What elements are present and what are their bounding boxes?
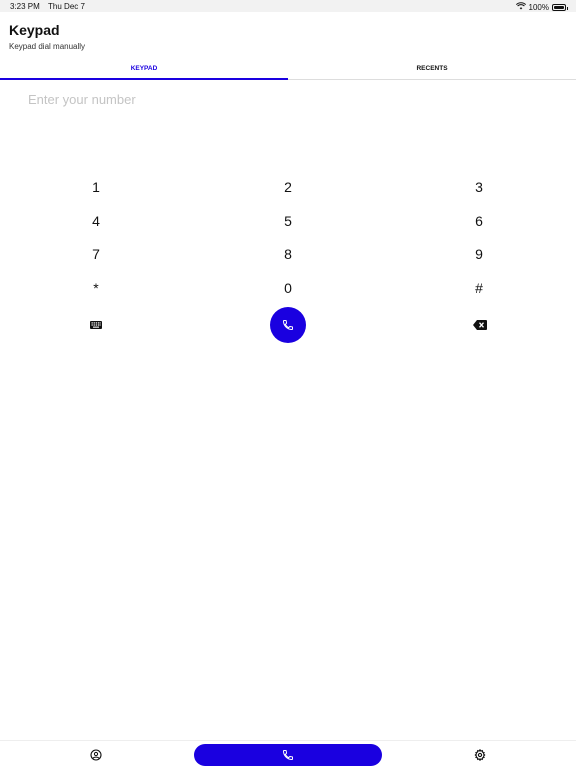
phone-icon [282,750,293,761]
tab-recents[interactable]: RECENTS [288,60,576,80]
key-7[interactable]: 7 [76,241,116,267]
tab-keypad[interactable]: KEYPAD [0,60,288,80]
key-2[interactable]: 2 [268,174,308,200]
battery-percent: 100% [528,2,549,12]
backspace-icon [473,320,487,330]
page-subtitle: Keypad dial manually [9,42,86,51]
key-hash[interactable]: # [459,275,499,301]
key-8[interactable]: 8 [268,241,308,267]
phone-icon [282,320,293,331]
key-6[interactable]: 6 [459,208,499,234]
key-0[interactable]: 0 [268,275,308,301]
status-left: 3:23 PM Thu Dec 7 [10,2,85,11]
status-right: 100% [515,2,568,12]
key-9[interactable]: 9 [459,241,499,267]
user-circle-icon [90,749,102,761]
key-1[interactable]: 1 [76,174,116,200]
status-time: 3:23 PM [10,2,40,11]
key-4[interactable]: 4 [76,208,116,234]
status-date: Thu Dec 7 [48,2,85,11]
nav-contacts-button[interactable] [86,746,106,764]
page-title: Keypad [9,22,60,38]
key-3[interactable]: 3 [459,174,499,200]
gear-icon [474,749,486,761]
tab-bar: KEYPAD RECENTS [0,60,576,80]
key-star[interactable]: * [76,275,116,301]
keyboard-icon [90,321,102,329]
battery-fill [554,5,564,9]
nav-settings-button[interactable] [470,746,490,764]
status-bar: 3:23 PM Thu Dec 7 100% [0,0,576,12]
backspace-button[interactable] [470,317,490,333]
key-5[interactable]: 5 [268,208,308,234]
wifi-icon [515,2,526,12]
number-input[interactable] [28,89,548,109]
nav-dial-button[interactable] [194,744,382,766]
bottom-nav [0,740,576,768]
call-button[interactable] [270,307,306,343]
battery-icon [552,3,568,11]
keyboard-button[interactable] [86,317,106,333]
